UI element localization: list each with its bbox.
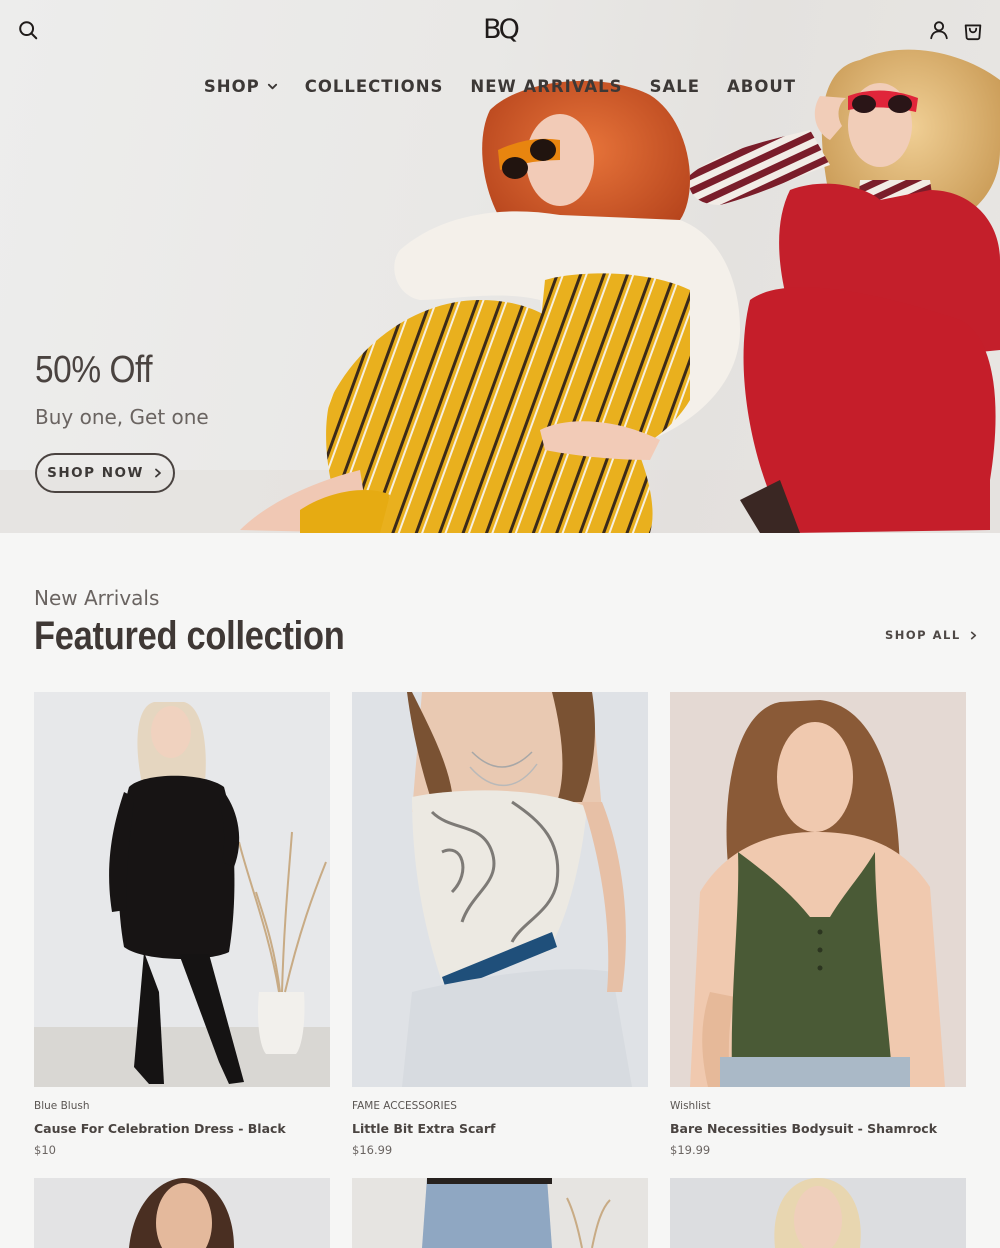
main-navigation: SHOP COLLECTIONS NEW ARRIVALS SALE ABOUT <box>0 72 1000 100</box>
product-title[interactable]: Little Bit Extra Scarf <box>352 1121 648 1137</box>
product-price: $10 <box>34 1143 56 1157</box>
account-icon[interactable] <box>927 18 951 42</box>
hero-banner: BQ SHOP COLLECTIONS NEW ARRIVALS SALE AB… <box>0 0 1000 533</box>
product-title[interactable]: Cause For Celebration Dress - Black <box>34 1121 330 1137</box>
search-icon[interactable] <box>16 18 40 42</box>
nav-item-label: SHOP <box>203 76 260 96</box>
nav-item-label: COLLECTIONS <box>304 76 444 96</box>
nav-item-label: SALE <box>649 76 701 96</box>
product-image[interactable] <box>34 692 330 1087</box>
product-card[interactable]: Blue Blush Cause For Celebration Dress -… <box>34 692 330 1157</box>
product-image[interactable] <box>352 692 648 1087</box>
chevron-right-icon <box>154 468 161 478</box>
product-vendor: Blue Blush <box>34 1100 90 1112</box>
product-card[interactable]: Wishlist Bare Necessities Bodysuit - Sha… <box>670 692 966 1157</box>
chevron-down-icon <box>267 83 277 89</box>
shop-now-label: SHOP NOW <box>47 465 144 481</box>
nav-item-shop[interactable]: SHOP <box>190 77 291 96</box>
hero-title: 50% Off <box>35 349 153 391</box>
brand-logo[interactable]: BQ <box>470 12 530 48</box>
nav-item-new-arrivals[interactable]: NEW ARRIVALS <box>457 77 636 96</box>
section-title: Featured collection <box>34 614 345 658</box>
product-card[interactable] <box>352 1178 648 1248</box>
nav-item-label: NEW ARRIVALS <box>470 76 623 96</box>
product-price: $16.99 <box>352 1143 393 1157</box>
nav-item-about[interactable]: ABOUT <box>714 77 810 96</box>
cart-icon[interactable] <box>961 18 985 42</box>
shop-now-button[interactable]: SHOP NOW <box>35 453 175 493</box>
hero-copy: 50% Off Buy one, Get one SHOP NOW <box>35 348 209 493</box>
top-bar: BQ <box>0 0 1000 60</box>
nav-item-collections[interactable]: COLLECTIONS <box>291 77 457 96</box>
nav-item-sale[interactable]: SALE <box>636 77 713 96</box>
product-card[interactable] <box>34 1178 330 1248</box>
product-image[interactable] <box>352 1178 648 1248</box>
product-price: $19.99 <box>670 1143 711 1157</box>
chevron-right-icon <box>970 631 976 639</box>
shop-all-label: SHOP ALL <box>885 628 961 642</box>
shop-all-link[interactable]: SHOP ALL <box>885 628 978 642</box>
product-image[interactable] <box>34 1178 330 1248</box>
section-eyebrow: New Arrivals <box>34 586 160 610</box>
nav-item-label: ABOUT <box>727 76 797 96</box>
product-card[interactable] <box>670 1178 966 1248</box>
product-image[interactable] <box>670 692 966 1087</box>
hero-subtitle: Buy one, Get one <box>35 405 209 429</box>
product-vendor: FAME ACCESSORIES <box>352 1100 457 1112</box>
product-title[interactable]: Bare Necessities Bodysuit - Shamrock <box>670 1121 966 1137</box>
product-vendor: Wishlist <box>670 1100 711 1112</box>
product-image[interactable] <box>670 1178 966 1248</box>
product-card[interactable]: FAME ACCESSORIES Little Bit Extra Scarf … <box>352 692 648 1157</box>
